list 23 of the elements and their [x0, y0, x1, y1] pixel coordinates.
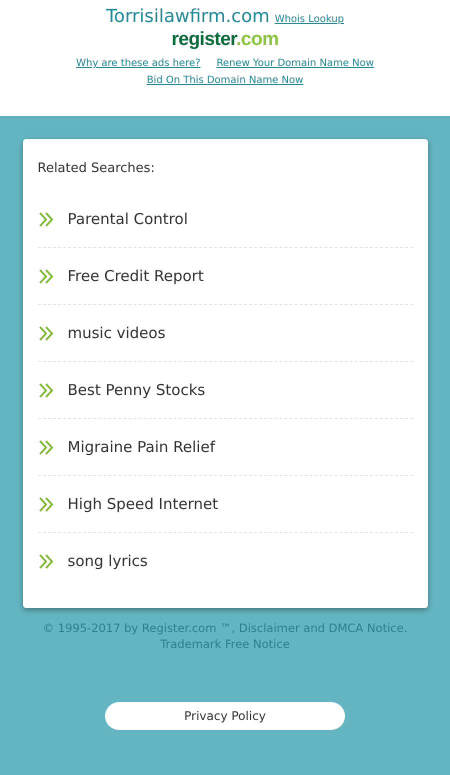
search-link[interactable]: Parental Control: [38, 191, 412, 248]
header-link[interactable]: Why are these ads here?: [76, 58, 200, 69]
chevron-icon: [38, 382, 54, 398]
search-link[interactable]: High Speed Internet: [38, 476, 412, 533]
header-link[interactable]: Renew Your Domain Name Now: [216, 58, 374, 69]
chevron-icon: [38, 438, 54, 456]
domain-title: Torrisilawfirm.com: [106, 6, 270, 27]
chevron-icon: [38, 496, 54, 512]
search-link[interactable]: music videos: [38, 305, 412, 362]
section-title: Related Searches:: [38, 161, 156, 176]
chevron-icon: [38, 552, 54, 570]
search-link[interactable]: song lyrics: [38, 533, 412, 589]
privacy-button[interactable]: Privacy Policy: [105, 702, 345, 730]
search-link[interactable]: Migraine Pain Relief: [38, 419, 412, 476]
chevron-icon: [38, 324, 54, 342]
search-link[interactable]: Free Credit Report: [38, 248, 412, 305]
search-link[interactable]: Best Penny Stocks: [38, 362, 412, 419]
logo: register.com: [171, 29, 278, 51]
chevron-icon: [38, 268, 54, 284]
header-link[interactable]: Bid On This Domain Name Now: [146, 75, 304, 86]
chevron-icon: [38, 210, 54, 228]
whois-link[interactable]: Whois Lookup: [274, 14, 344, 25]
copyright-text: © 1995-2017 by Register.com ™, Disclaimer and DMCA Notice. Trademark Free Notice: [42, 620, 408, 652]
